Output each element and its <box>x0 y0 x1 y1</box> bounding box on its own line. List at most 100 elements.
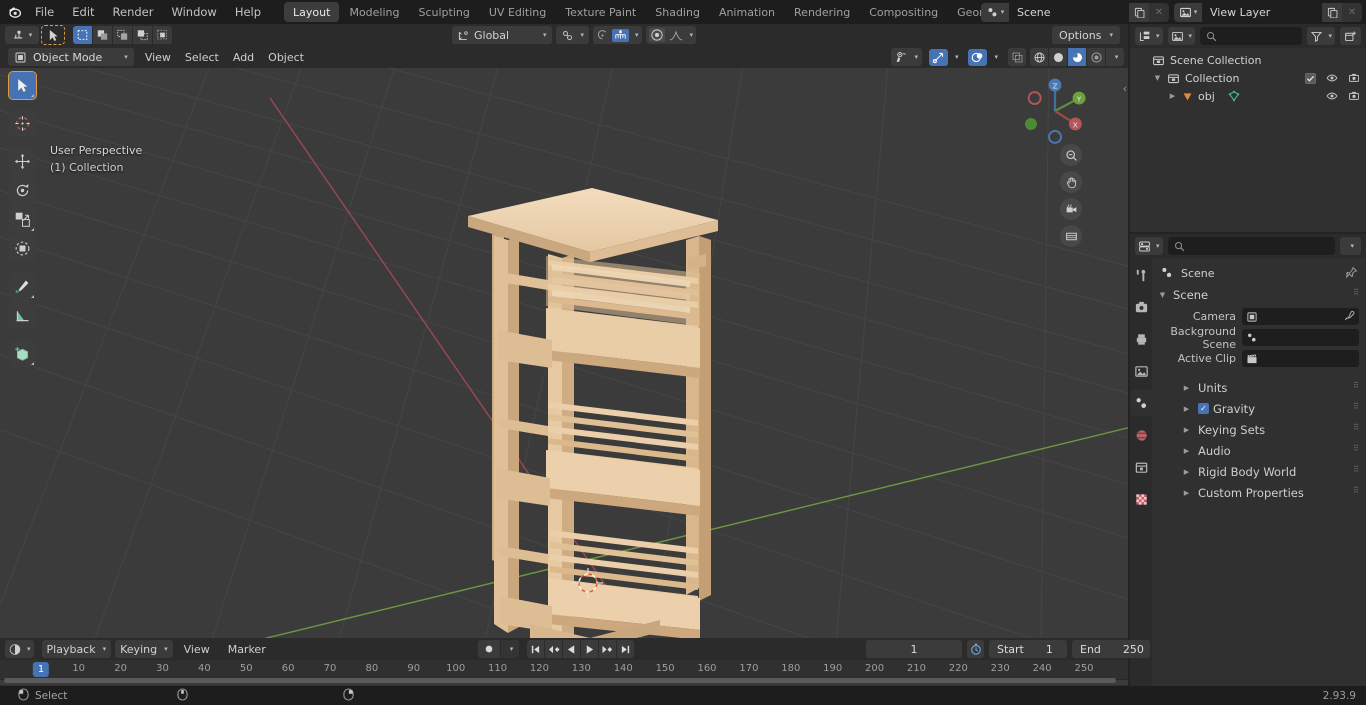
menu-help[interactable]: Help <box>226 3 270 21</box>
keying-dropdown[interactable]: Keying ▾ <box>115 640 173 658</box>
collection-tab[interactable] <box>1132 458 1150 476</box>
playback-dropdown[interactable]: Playback ▾ <box>41 640 112 658</box>
chevron-right-icon[interactable]: ▶ <box>1182 447 1191 455</box>
scene-panel-header[interactable]: ▼ Scene ⠿ <box>1152 284 1366 306</box>
properties-options-dropdown[interactable]: ▾ <box>1340 237 1361 255</box>
scale-tool[interactable] <box>9 206 36 233</box>
overlays-toggle-group[interactable]: ▾ <box>965 48 1001 66</box>
property-value-field[interactable] <box>1242 350 1359 367</box>
subpanel-custom-properties[interactable]: ▶ Custom Properties ⠿ <box>1152 482 1366 503</box>
select-box-button[interactable] <box>73 26 92 44</box>
disable-in-render-toggle[interactable] <box>1348 72 1360 84</box>
new-view-layer-button[interactable] <box>1322 2 1342 22</box>
snap-magnet-icon[interactable] <box>612 28 630 42</box>
falloff-curve-icon[interactable] <box>669 29 683 41</box>
zoom-icon[interactable] <box>1060 144 1082 166</box>
subpanel-checkbox[interactable]: ✓ <box>1198 403 1209 414</box>
measure-tool[interactable] <box>9 302 36 329</box>
output-tab[interactable] <box>1132 330 1150 348</box>
timeline-ruler[interactable]: 10 20 30 40 50 60 70 80 90 100 110 120 130 140 150 160 1… <box>0 660 1128 680</box>
mesh-data-icon[interactable] <box>1228 90 1240 102</box>
frame-end-field[interactable]: End 250 <box>1072 640 1150 658</box>
tool-tab[interactable] <box>1132 266 1150 284</box>
object-mode-dropdown[interactable]: Object Mode ▾ <box>8 48 134 66</box>
chevron-right-icon[interactable]: ▶ <box>1182 384 1191 392</box>
add-cube-tool[interactable] <box>9 340 36 367</box>
outliner-editor-type-button[interactable]: ▾ <box>1135 27 1163 45</box>
viewport-menu-view[interactable]: View <box>138 48 178 66</box>
workspace-tab-sculpting[interactable]: Sculpting <box>410 2 479 22</box>
viewport-menu-add[interactable]: Add <box>226 48 261 66</box>
select-extend-button[interactable] <box>93 26 112 44</box>
tweak-select-tool[interactable] <box>8 71 37 100</box>
show-overlays-icon[interactable] <box>968 48 988 66</box>
workspace-tab-uv-editing[interactable]: UV Editing <box>480 2 555 22</box>
property-value-field[interactable] <box>1242 329 1359 346</box>
scene-name[interactable]: Scene <box>1009 2 1129 22</box>
timeline-track[interactable] <box>0 678 1128 685</box>
wireframe-shading-button[interactable] <box>1030 48 1048 66</box>
properties-search-input[interactable] <box>1167 237 1336 255</box>
timeline-marker-menu[interactable]: Marker <box>221 640 273 658</box>
select-intersect-button[interactable] <box>153 26 172 44</box>
timeline-horizontal-scrollbar[interactable] <box>4 678 1116 683</box>
xray-toggle-button[interactable] <box>1008 48 1026 66</box>
unlink-scene-button[interactable]: ✕ <box>1149 2 1169 22</box>
menu-render[interactable]: Render <box>104 3 163 21</box>
workspace-tab-layout[interactable]: Layout <box>284 2 340 22</box>
property-value-field[interactable] <box>1242 308 1359 325</box>
material-preview-shading-button[interactable] <box>1068 48 1086 66</box>
jump-to-start-button[interactable] <box>527 640 544 658</box>
transform-orientation-dropdown[interactable]: Global ▾ <box>452 26 552 44</box>
proportional-editing-icon[interactable] <box>596 29 609 42</box>
play-reverse-button[interactable] <box>563 640 580 658</box>
world-tab[interactable] <box>1132 426 1150 444</box>
disclosure-triangle-icon[interactable]: ▼ <box>1153 74 1162 82</box>
gizmo-toggle-group[interactable]: ▾ <box>926 48 962 66</box>
new-scene-button[interactable] <box>1129 2 1149 22</box>
workspace-tab-texture-paint[interactable]: Texture Paint <box>556 2 645 22</box>
chevron-right-icon[interactable]: ▶ <box>1182 426 1191 434</box>
select-subtract-button[interactable] <box>113 26 132 44</box>
remove-view-layer-button[interactable]: ✕ <box>1342 2 1362 22</box>
menu-edit[interactable]: Edit <box>63 3 103 21</box>
view-layer-name[interactable]: View Layer <box>1202 2 1322 22</box>
use-preview-range-button[interactable] <box>967 640 984 658</box>
workspace-tab-shading[interactable]: Shading <box>646 2 709 22</box>
timeline-playhead[interactable]: 1 <box>32 662 50 677</box>
auto-keying-options-dropdown[interactable]: ▾ <box>501 640 519 658</box>
show-gizmo-icon[interactable] <box>928 48 948 66</box>
orthographic-toggle-icon[interactable] <box>1060 225 1082 247</box>
properties-editor-type-button[interactable]: ▾ <box>1135 237 1163 255</box>
object-visibility-dropdown[interactable]: ▾ <box>891 48 922 66</box>
proportional-editing-group[interactable]: ▾ <box>593 26 642 44</box>
jump-to-next-keyframe-button[interactable] <box>599 640 616 658</box>
proportional-falloff-group[interactable]: ▾ <box>645 26 697 44</box>
subpanel-rigid-body-world[interactable]: ▶ Rigid Body World ⠿ <box>1152 461 1366 482</box>
cursor-tool[interactable] <box>9 110 36 137</box>
menu-file[interactable]: File <box>26 3 63 21</box>
viewport-menu-object[interactable]: Object <box>261 48 311 66</box>
subpanel-audio[interactable]: ▶ Audio ⠿ <box>1152 440 1366 461</box>
navigation-gizmo[interactable]: Z Y X <box>1018 74 1092 148</box>
frame-start-field[interactable]: Start 1 <box>989 640 1067 658</box>
chevron-right-icon[interactable]: ▶ <box>1182 405 1191 413</box>
transform-tool[interactable] <box>9 235 36 262</box>
timeline-view-menu[interactable]: View <box>177 640 217 658</box>
workspace-tab-animation[interactable]: Animation <box>710 2 784 22</box>
collection-enable-checkbox[interactable] <box>1305 72 1316 84</box>
menu-window[interactable]: Window <box>162 3 225 21</box>
timeline-editor-type-button[interactable]: ▾ <box>5 640 34 658</box>
active-tool-button[interactable] <box>41 25 65 45</box>
pan-hand-icon[interactable] <box>1060 171 1082 193</box>
proportional-editing-toggle-icon[interactable] <box>648 28 665 42</box>
annotate-tool[interactable] <box>9 273 36 300</box>
outliner-row-obj[interactable]: ▶ obj <box>1130 87 1366 105</box>
outliner-row-collection[interactable]: ▼ Collection <box>1130 69 1366 87</box>
play-button[interactable] <box>581 640 598 658</box>
camera-view-icon[interactable] <box>1060 198 1082 220</box>
outliner-row-scene-collection[interactable]: Scene Collection <box>1130 51 1366 69</box>
current-frame-field[interactable]: 1 <box>866 640 962 658</box>
subpanel-keying-sets[interactable]: ▶ Keying Sets ⠿ <box>1152 419 1366 440</box>
hide-in-viewport-toggle[interactable] <box>1326 90 1338 102</box>
